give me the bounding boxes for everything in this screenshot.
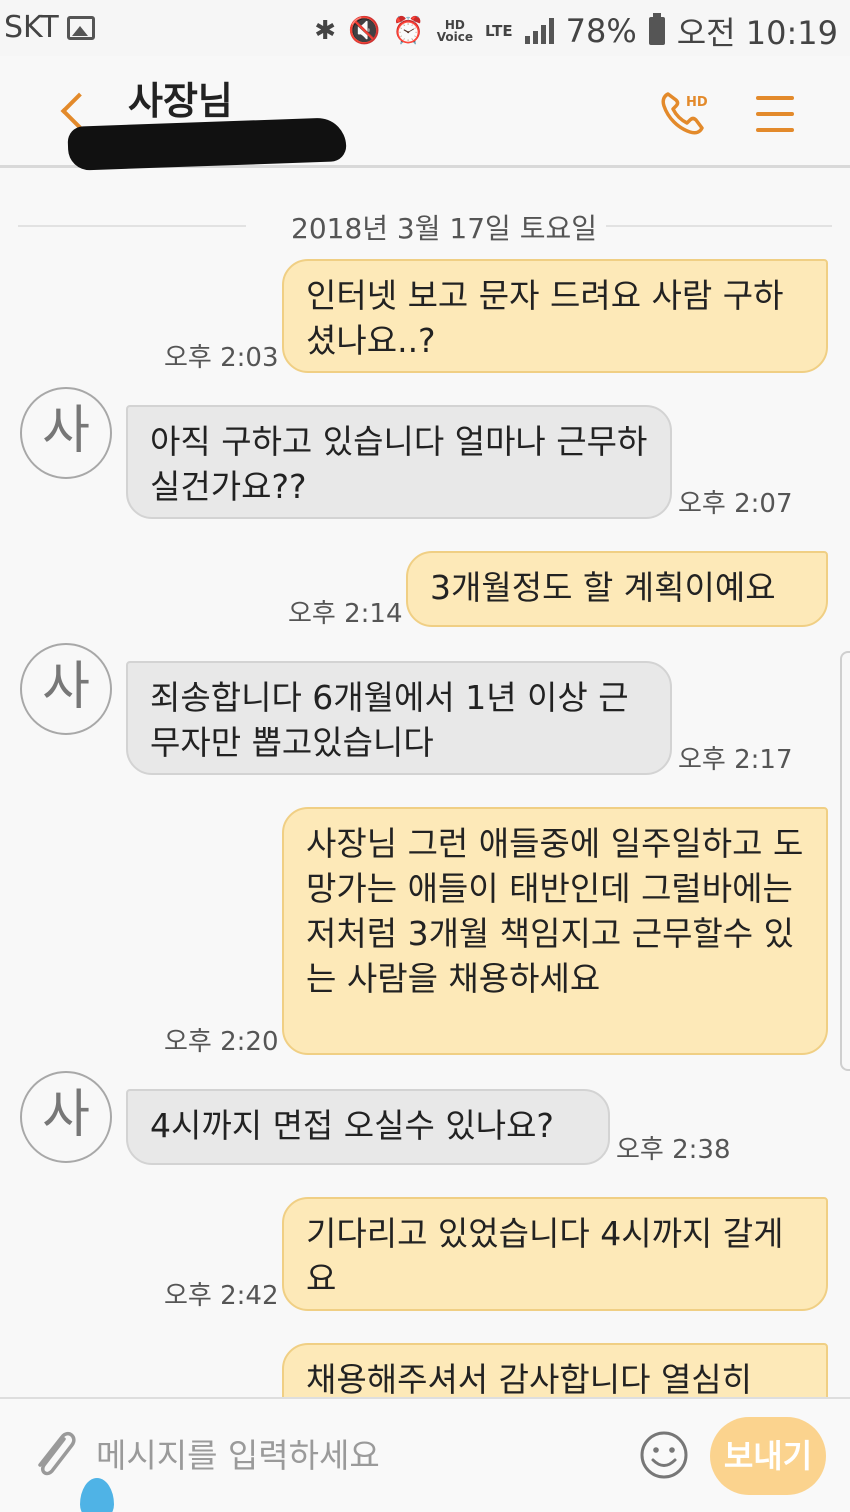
emoji-button[interactable] bbox=[638, 1429, 690, 1481]
date-label: 2018년 3월 17일 토요일 bbox=[291, 212, 597, 245]
hd-badge: HD bbox=[686, 95, 708, 110]
message-time: 오후 2:03 bbox=[164, 343, 279, 373]
lte-icon: LTE bbox=[485, 22, 513, 40]
signal-icon bbox=[524, 18, 554, 44]
carrier-label: SKT bbox=[4, 10, 59, 45]
date-separator: 2018년 3월 17일 토요일 bbox=[18, 205, 832, 245]
phone-icon: HD bbox=[661, 92, 708, 135]
received-message-bubble[interactable]: 죄송합니다 6개월에서 1년 이상 근무자만 뽑고있습니다 bbox=[126, 661, 672, 775]
contact-avatar[interactable]: 사 bbox=[20, 643, 112, 735]
message-time: 오후 2:07 bbox=[678, 489, 793, 519]
smiley-icon bbox=[640, 1431, 688, 1479]
message-time: 오후 2:20 bbox=[164, 1027, 279, 1057]
battery-percent: 78% bbox=[565, 12, 637, 50]
message-time: 오후 2:42 bbox=[164, 1281, 279, 1311]
received-message-bubble[interactable]: 아직 구하고 있습니다 얼마나 근무하실건가요?? bbox=[126, 405, 672, 519]
paperclip-icon bbox=[38, 1432, 76, 1476]
scrollbar[interactable] bbox=[840, 651, 850, 1071]
contact-avatar[interactable]: 사 bbox=[20, 1071, 112, 1163]
message-time: 오후 2:14 bbox=[288, 599, 403, 629]
contact-name: 사장님 bbox=[128, 79, 233, 123]
alarm-icon: ⏰ bbox=[392, 16, 425, 46]
message-time: 오후 2:38 bbox=[616, 1135, 731, 1165]
menu-icon bbox=[756, 96, 794, 100]
conversation-header: 사장님 HD bbox=[0, 56, 850, 171]
gallery-notification-icon bbox=[66, 15, 95, 40]
sent-message-bubble[interactable]: 인터넷 보고 문자 드려요 사람 구하셨나요..? bbox=[282, 259, 828, 373]
menu-button[interactable] bbox=[756, 94, 794, 134]
contact-avatar[interactable]: 사 bbox=[20, 387, 112, 479]
clock: 오전 10:19 bbox=[676, 14, 838, 52]
bluetooth-icon: ✱ bbox=[314, 16, 337, 46]
battery-icon bbox=[648, 13, 665, 45]
hd-call-button[interactable]: HD bbox=[656, 86, 712, 142]
received-message-bubble[interactable]: 4시까지 면접 오실수 있나요? bbox=[126, 1089, 610, 1165]
send-button[interactable]: 보내기 bbox=[710, 1417, 826, 1495]
attach-button[interactable] bbox=[30, 1425, 80, 1485]
redaction-mark bbox=[67, 117, 347, 171]
sent-message-bubble[interactable]: 채용해주셔서 감사합니다 열심히 bbox=[282, 1343, 828, 1397]
sent-message-bubble[interactable]: 기다리고 있었습니다 4시까지 갈게요 bbox=[282, 1197, 828, 1311]
hd-voice-icon: HD Voice bbox=[436, 18, 474, 44]
compose-bar: 보내기 bbox=[0, 1397, 850, 1512]
message-time: 오후 2:17 bbox=[678, 745, 793, 775]
message-list[interactable]: 2018년 3월 17일 토요일 오후 2:03 인터넷 보고 문자 드려요 사… bbox=[0, 171, 850, 1397]
sent-message-bubble[interactable]: 사장님 그런 애들중에 일주일하고 도망가는 애들이 태반인데 그럴바에는 저처… bbox=[282, 807, 828, 1055]
status-bar: SKT ✱ 🔇 ⏰ HD Voice LTE 78% 오전 10:19 bbox=[0, 0, 850, 56]
sent-message-bubble[interactable]: 3개월정도 할 계획이예요 bbox=[406, 551, 828, 627]
message-input[interactable] bbox=[96, 1429, 616, 1481]
mute-icon: 🔇 bbox=[348, 16, 381, 46]
